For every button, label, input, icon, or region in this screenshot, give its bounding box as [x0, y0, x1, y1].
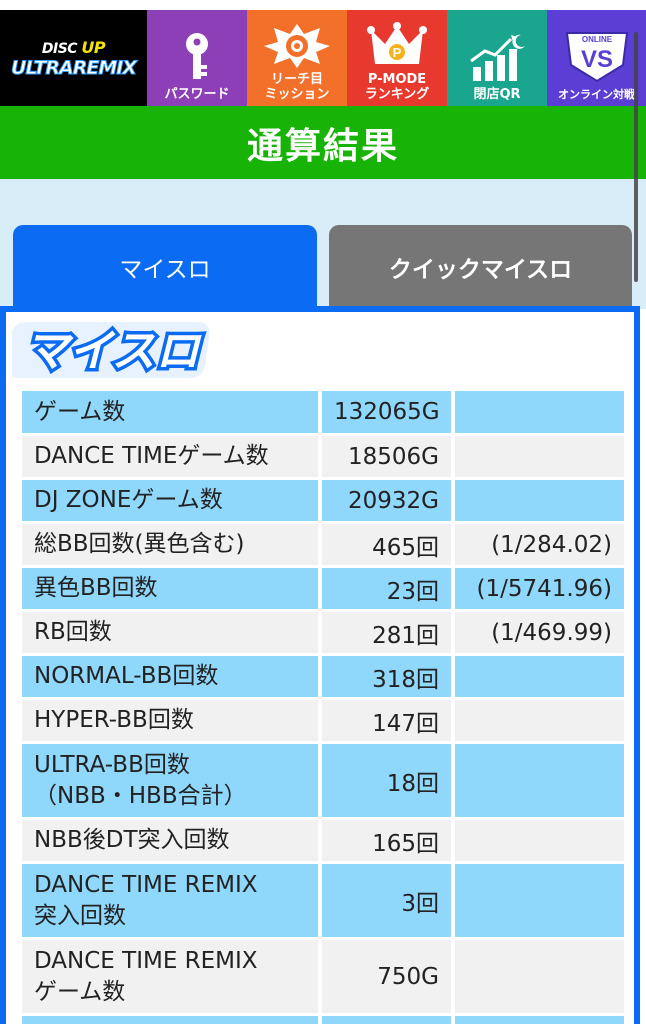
stat-rate [451, 864, 624, 937]
myslo-logo: マイスロ [12, 322, 210, 381]
tab-myslo[interactable]: マイスロ [13, 225, 317, 309]
nav-password-button[interactable]: パスワード [147, 10, 247, 106]
table-row: HYPER-BB回数 147回 [22, 700, 624, 741]
svg-text:P: P [393, 45, 402, 60]
vs-emblem-icon: ONLINE VS [565, 32, 628, 83]
stat-value: 23回 [318, 568, 451, 609]
scrollbar[interactable] [634, 32, 638, 282]
stat-value: 465回 [318, 524, 451, 565]
stat-rate: (1/284.02) [451, 524, 624, 565]
page-title: 通算結果 [246, 125, 399, 167]
table-row: DANCE TIMEゲーム数 18506G [22, 436, 624, 477]
table-row: DJ ZONEゲーム数 20932G [22, 480, 624, 521]
crown-icon: P [367, 22, 427, 64]
table-row: NBB後DT突入回数 165回 [22, 820, 624, 861]
vs-badge-text: ONLINE [581, 35, 612, 44]
page-title-bar: 通算結果 [0, 106, 646, 179]
table-row: ULTRA-BB回数 （NBB・HBB合計） 18回 [22, 744, 624, 817]
stat-rate: (1/469.99) [451, 612, 624, 653]
stat-value: 18506G [318, 436, 451, 477]
reach-emblem-icon [264, 24, 330, 68]
nav-online-battle-button[interactable]: ONLINE VS オンライン対戦 [547, 10, 646, 106]
logo-line1: DISC UP [41, 37, 106, 57]
table-row: DANCE TIME REMIX ゲーム数 750G [22, 940, 624, 1013]
stat-label: 異色BB回数 [22, 568, 318, 609]
table-row: NORMAL-BB回数 318回 [22, 656, 624, 697]
vs-emblem-text: VS [580, 46, 612, 73]
stat-rate [451, 1016, 624, 1024]
stat-value: 750G [318, 940, 451, 1013]
table-row: ゲーム数 132065G [22, 391, 624, 433]
stat-label: ULTRA-BB回数 （NBB・HBB合計） [22, 744, 318, 817]
nav-label: リーチ目 ミッション [264, 72, 330, 102]
stat-label: DANCE TIME REMIX 突入回数 [22, 864, 318, 937]
stat-rate [451, 391, 624, 433]
stat-label: HYPER-BB回数 [22, 700, 318, 741]
nav-reach-mission-button[interactable]: リーチ目 ミッション [247, 10, 347, 106]
stat-value: 20932G [318, 480, 451, 521]
nav-label: P-MODE ランキング [364, 72, 430, 102]
key-icon [186, 33, 208, 79]
table-row: RB回数 281回 (1/469.99) [22, 612, 624, 653]
stat-label [22, 1016, 318, 1024]
stat-value: 281回 [318, 612, 451, 653]
nav-pmode-ranking-button[interactable]: P P-MODE ランキング [347, 10, 447, 106]
stat-value [318, 1016, 451, 1024]
stat-rate [451, 744, 624, 817]
stat-rate [451, 820, 624, 861]
app-logo[interactable]: DISC UP ULTRAREMIX [0, 10, 147, 106]
stat-label: RB回数 [22, 612, 318, 653]
stat-label: ゲーム数 [22, 391, 318, 433]
stats-table: ゲーム数 132065G DANCE TIMEゲーム数 18506G DJ ZONEゲー… [22, 388, 624, 1024]
nav-closing-qr-button[interactable]: 閉店QR [447, 10, 547, 106]
table-row: DANCE TIME REMIX 突入回数 3回 [22, 864, 624, 937]
stat-label: DANCE TIMEゲーム数 [22, 436, 318, 477]
stat-rate [451, 656, 624, 697]
top-nav: DISC UP ULTRAREMIX パスワード リーチ目 ミッション P P-… [0, 10, 646, 106]
stat-rate [451, 700, 624, 741]
stat-label: DANCE TIME REMIX ゲーム数 [22, 940, 318, 1013]
stat-label: DJ ZONEゲーム数 [22, 480, 318, 521]
stat-rate: (1/5741.96) [451, 568, 624, 609]
stat-rate [451, 940, 624, 1013]
logo-line2: ULTRAREMIX [11, 56, 138, 79]
chart-moon-icon [470, 34, 525, 81]
stat-rate [451, 436, 624, 477]
stat-value: 318回 [318, 656, 451, 697]
stat-value: 132065G [318, 391, 451, 433]
stat-label: 総BB回数(異色含む) [22, 524, 318, 565]
myslo-logo-text: マイスロ [25, 326, 203, 377]
nav-label: オンライン対戦 [558, 88, 635, 101]
table-row: 異色BB回数 23回 (1/5741.96) [22, 568, 624, 609]
stat-value: 3回 [318, 864, 451, 937]
stat-value: 18回 [318, 744, 451, 817]
stat-rate [451, 480, 624, 521]
tab-quick-myslo[interactable]: クイックマイスロ [329, 225, 632, 309]
nav-label: パスワード [164, 87, 230, 102]
stat-label: NORMAL-BB回数 [22, 656, 318, 697]
table-row: 総BB回数(異色含む) 465回 (1/284.02) [22, 524, 624, 565]
nav-label: 閉店QR [473, 87, 521, 102]
stat-label: NBB後DT突入回数 [22, 820, 318, 861]
table-row [22, 1016, 624, 1024]
stat-value: 147回 [318, 700, 451, 741]
stat-value: 165回 [318, 820, 451, 861]
